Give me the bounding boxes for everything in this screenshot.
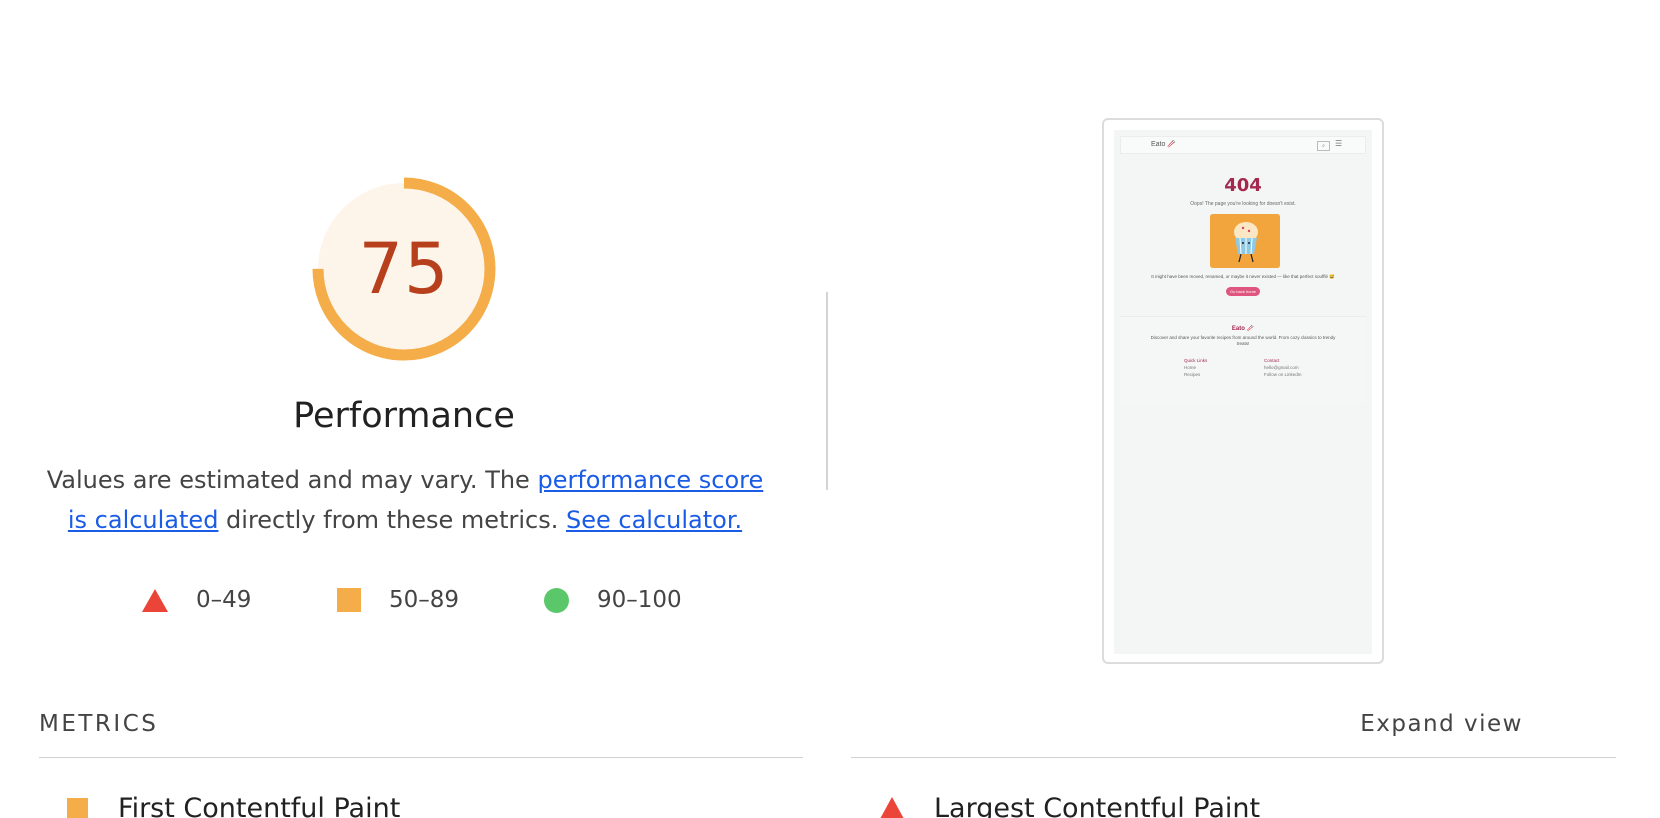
see-calculator-link[interactable]: See calculator. <box>566 506 742 534</box>
legend-range: 0–49 <box>196 587 252 613</box>
circle-icon <box>544 587 569 613</box>
thumb-contact-title: Contact <box>1264 358 1280 363</box>
thumb-404-heading: 404 <box>1224 175 1262 196</box>
thumb-cupcake-image <box>1210 214 1280 268</box>
thumb-link: Recipes <box>1184 372 1201 377</box>
legend-range: 90–100 <box>597 587 682 613</box>
thumb-footer: Eato 🥢 Discover and share your favorite … <box>1120 316 1366 403</box>
description-middle: directly from these metrics. <box>218 506 566 534</box>
legend-item-average: 50–89 <box>337 582 459 618</box>
legend-range: 50–89 <box>389 587 460 613</box>
metrics-heading: METRICS <box>39 711 159 737</box>
performance-gauge[interactable]: 75 <box>306 171 502 367</box>
metric-label: First Contentful Paint <box>118 792 401 818</box>
metrics-divider-left <box>39 757 803 758</box>
square-icon <box>337 588 361 612</box>
vertical-divider <box>826 292 828 490</box>
legend-item-fail: 0–49 <box>142 582 251 618</box>
description-prefix: Values are estimated and may vary. The <box>46 466 538 494</box>
triangle-icon <box>142 588 168 612</box>
metric-largest-contentful-paint[interactable]: Largest Contentful Paint <box>880 788 1260 818</box>
metric-first-contentful-paint[interactable]: First Contentful Paint <box>67 788 400 818</box>
lighthouse-report: 75 Performance Values are estimated and … <box>0 0 1660 818</box>
thumb-search-icon: ⌕ <box>1317 141 1330 151</box>
expand-view-button[interactable]: Expand view <box>1360 711 1523 737</box>
score-value: 75 <box>358 228 450 310</box>
metric-label: Largest Contentful Paint <box>934 792 1261 818</box>
thumb-navbar: Eato 🥢 ⌕ ☰ <box>1120 136 1366 154</box>
thumb-footer-brand: Eato 🥢 <box>1231 326 1255 332</box>
thumb-brand: Eato 🥢 <box>1151 141 1177 148</box>
screenshot-content: Eato 🥢 ⌕ ☰ 404 Oops! The page you're loo… <box>1114 130 1372 654</box>
thumb-oops-text: Oops! The page you're looking for doesn'… <box>1190 201 1296 207</box>
thumb-home-button: Go back home <box>1226 287 1260 296</box>
cupcake-icon <box>1210 214 1280 268</box>
thumb-quick-links: Quick Links Home Recipes <box>1184 357 1207 378</box>
legend-item-pass: 90–100 <box>544 582 682 618</box>
thumb-contact-item: Follow on LinkedIn <box>1264 372 1302 377</box>
thumb-footer-desc: Discover and share your favorite recipes… <box>1150 335 1336 346</box>
thumb-contact: Contact hello@gmail.com Follow on Linked… <box>1264 357 1302 378</box>
gauge-title: Performance <box>293 396 515 436</box>
thumb-contact-item: hello@gmail.com <box>1264 365 1299 370</box>
metrics-divider-right <box>851 757 1616 758</box>
thumb-message: It might have been moved, renamed, or ma… <box>1151 274 1335 279</box>
thumb-link: Home <box>1184 365 1197 370</box>
thumb-menu-icon: ☰ <box>1335 139 1343 148</box>
final-screenshot[interactable]: Eato 🥢 ⌕ ☰ 404 Oops! The page you're loo… <box>1102 118 1384 664</box>
triangle-icon <box>880 797 904 818</box>
score-legend: 0–49 50–89 90–100 <box>142 582 702 618</box>
square-icon <box>67 797 88 818</box>
thumb-quick-links-title: Quick Links <box>1184 358 1208 363</box>
score-description: Values are estimated and may vary. The p… <box>40 460 770 540</box>
